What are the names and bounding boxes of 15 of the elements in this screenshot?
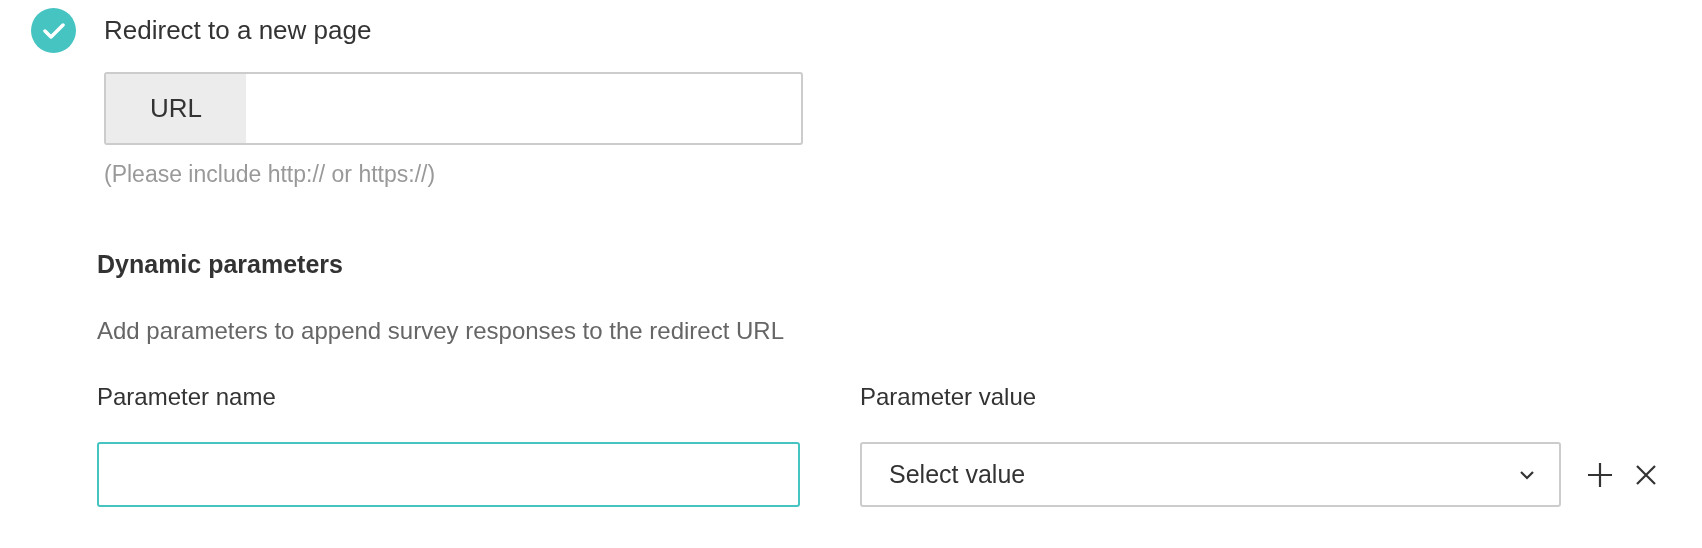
- url-addon: URL: [106, 74, 246, 143]
- description-text: Add parameters to append survey responses to the redirect URL: [97, 316, 786, 346]
- url-field[interactable]: URL: [104, 72, 803, 145]
- chevron-down-icon: [1519, 469, 1535, 480]
- close-icon: [1635, 463, 1657, 486]
- input-field[interactable]: [97, 442, 800, 507]
- section-title: Dynamic parameters: [97, 248, 344, 280]
- checkmark-icon: [42, 21, 65, 40]
- field-label: Parameter name: [97, 383, 276, 410]
- plus-icon: [1587, 461, 1613, 488]
- checkbox[interactable]: [31, 8, 76, 53]
- select-dropdown[interactable]: Select value: [860, 442, 1561, 507]
- hint-text: (Please include http:// or https://): [104, 160, 437, 189]
- field-label: Parameter value: [860, 382, 1037, 412]
- option-label: Redirect to a new page: [104, 14, 372, 47]
